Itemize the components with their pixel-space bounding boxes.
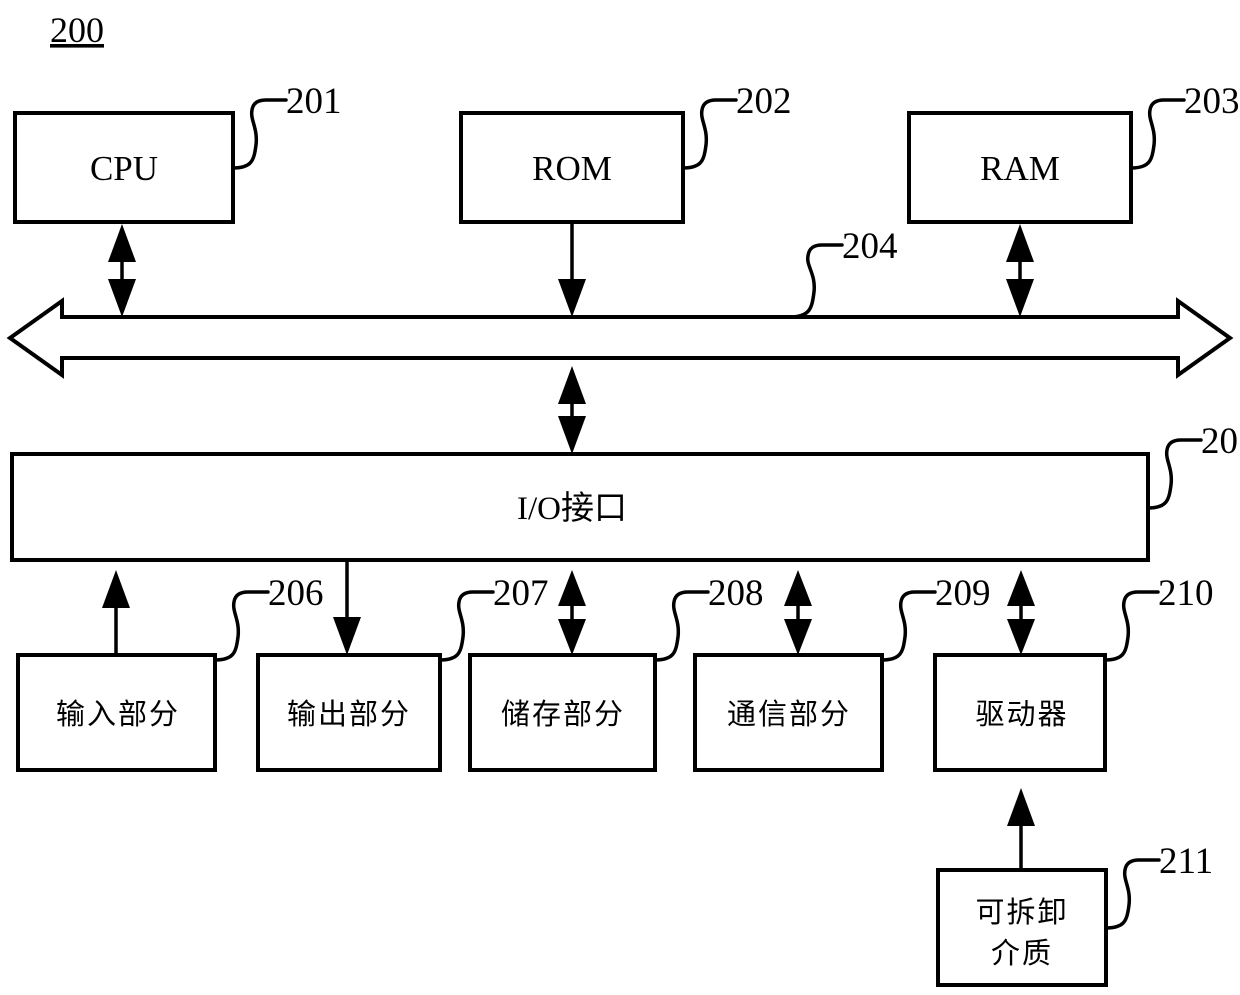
- leader-line-202: [681, 98, 738, 170]
- arrow-io-driver: [1007, 570, 1035, 655]
- block-ram: RAM: [907, 111, 1133, 224]
- arrow-rom-bus: [558, 224, 586, 317]
- leader-line-204: [788, 243, 844, 319]
- block-driver: 驱动器: [933, 653, 1107, 772]
- block-storage-part-label: 储存部分: [501, 697, 625, 731]
- ref-number-202: 202: [736, 81, 792, 122]
- block-storage-part: 储存部分: [468, 653, 657, 772]
- block-cpu-label: CPU: [90, 149, 158, 188]
- ref-number-210: 210: [1158, 573, 1214, 614]
- block-driver-label: 驱动器: [975, 697, 1068, 731]
- arrow-cpu-bus: [108, 224, 136, 317]
- block-rom: ROM: [459, 111, 685, 224]
- ref-number-209: 209: [935, 573, 991, 614]
- block-communication-part: 通信部分: [693, 653, 884, 772]
- arrow-bus-io: [558, 366, 586, 454]
- arrow-ram-bus: [1006, 224, 1034, 317]
- block-removable-media-label-line2: 介质: [991, 936, 1053, 970]
- system-bus: [6, 297, 1234, 379]
- block-removable-media: 可拆卸 介质: [936, 868, 1108, 987]
- block-io-interface-label: I/O接口: [517, 491, 627, 527]
- block-input-part: 输入部分: [16, 653, 217, 772]
- leader-line-201: [231, 98, 288, 170]
- block-ram-label: RAM: [980, 149, 1060, 188]
- arrow-io-input: [102, 570, 130, 655]
- figure-number-label: 200: [50, 10, 104, 50]
- leader-line-209: [880, 590, 937, 662]
- ref-number-211: 211: [1159, 841, 1213, 882]
- block-rom-label: ROM: [532, 149, 612, 188]
- ref-number-207: 207: [493, 573, 549, 614]
- ref-number-201: 201: [286, 81, 342, 122]
- arrow-io-communication: [784, 570, 812, 655]
- leader-line-211: [1104, 858, 1161, 930]
- ref-number-205: 205: [1201, 421, 1240, 462]
- ref-number-204: 204: [842, 226, 898, 267]
- arrow-media-driver: [1007, 788, 1035, 870]
- leader-line-205: [1146, 438, 1203, 510]
- arrow-io-output: [333, 560, 361, 655]
- ref-number-206: 206: [268, 573, 324, 614]
- arrow-io-storage: [558, 570, 586, 655]
- leader-line-207: [438, 590, 495, 662]
- block-cpu: CPU: [13, 111, 235, 224]
- ref-number-208: 208: [708, 573, 764, 614]
- ref-number-203: 203: [1184, 81, 1240, 122]
- system-block-diagram: 200 CPU 201 ROM 202 RAM 203 204 I/O接口 20…: [6, 10, 1240, 987]
- block-io-interface: I/O接口: [10, 452, 1150, 562]
- leader-line-203: [1129, 98, 1186, 170]
- patent-figure-root: 200 CPU 201 ROM 202 RAM 203 204 I/O接口 20…: [0, 0, 1240, 995]
- block-output-part-label: 输出部分: [287, 697, 411, 731]
- block-output-part: 输出部分: [256, 653, 442, 772]
- block-communication-part-label: 通信部分: [727, 697, 851, 731]
- block-removable-media-label-line1: 可拆卸: [975, 895, 1068, 929]
- leader-line-206: [213, 590, 270, 662]
- leader-line-210: [1103, 590, 1160, 662]
- block-input-part-label: 输入部分: [56, 697, 180, 731]
- leader-line-208: [653, 590, 710, 662]
